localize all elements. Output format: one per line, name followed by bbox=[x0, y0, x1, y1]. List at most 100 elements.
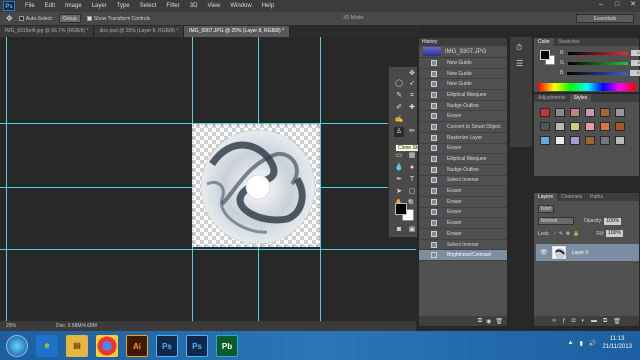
lock-icons[interactable]: ▫✎✥🔒 bbox=[554, 231, 582, 237]
style-swatch[interactable] bbox=[570, 136, 580, 145]
fg-color-chip[interactable] bbox=[540, 50, 550, 60]
tab-swatches[interactable]: Swatches bbox=[554, 38, 584, 46]
camera-icon[interactable]: ◉ bbox=[486, 318, 491, 325]
guide-vertical[interactable] bbox=[6, 37, 7, 321]
color-slider-r[interactable]: R0 bbox=[560, 50, 640, 56]
history-item[interactable]: Rasterize Layer bbox=[419, 133, 507, 144]
menu-edit[interactable]: Edit bbox=[45, 3, 55, 9]
tab-styles[interactable]: Styles bbox=[569, 94, 592, 102]
eyedropper-tool-icon[interactable]: ✐ bbox=[394, 103, 404, 113]
history-item[interactable]: Elliptical Marquee bbox=[419, 154, 507, 165]
channel-track[interactable] bbox=[567, 51, 628, 55]
style-swatch[interactable] bbox=[585, 108, 595, 117]
style-swatch[interactable] bbox=[615, 108, 625, 117]
history-item[interactable]: New Guide bbox=[419, 69, 507, 80]
properties-panel-icon[interactable]: ☰ bbox=[516, 59, 523, 68]
dodge-tool-icon[interactable]: ● bbox=[407, 163, 417, 173]
link-icon[interactable]: ∞ bbox=[552, 318, 556, 324]
style-swatch[interactable] bbox=[615, 122, 625, 131]
crop-tool-icon[interactable]: ⌗ bbox=[407, 91, 417, 101]
move-tool-icon[interactable]: ✥ bbox=[6, 14, 13, 23]
type-tool-icon[interactable]: T bbox=[407, 175, 417, 185]
menu-file[interactable]: File bbox=[25, 3, 35, 9]
tray-arrow-icon[interactable]: ▲ bbox=[568, 340, 574, 346]
menu-view[interactable]: View bbox=[207, 3, 220, 9]
new-layer-icon[interactable]: ⧉ bbox=[603, 318, 607, 325]
style-swatch[interactable] bbox=[585, 122, 595, 131]
quick-mask-icon[interactable]: ◙ bbox=[394, 225, 404, 235]
history-item[interactable]: Eraser bbox=[419, 111, 507, 123]
clone-stamp-tool-icon[interactable]: ♙ bbox=[394, 127, 404, 137]
tab-adjustments[interactable]: Adjustments bbox=[534, 94, 570, 102]
photoshop-icon[interactable]: Ps bbox=[186, 334, 208, 357]
history-item[interactable]: Convert to Smart Object bbox=[419, 122, 507, 133]
history-item[interactable]: Nudge Outline bbox=[419, 101, 507, 112]
channel-value[interactable]: 0 bbox=[630, 50, 640, 56]
menu-layer[interactable]: Layer bbox=[92, 3, 107, 9]
shape-tool-icon[interactable]: ▢ bbox=[407, 187, 417, 197]
channel-value[interactable]: 0 bbox=[630, 70, 640, 76]
zoom-level[interactable]: 25% bbox=[6, 321, 16, 331]
history-item[interactable]: Eraser bbox=[419, 197, 507, 208]
ie-icon[interactable]: e bbox=[36, 334, 58, 357]
lasso-tool-icon[interactable]: ➶ bbox=[407, 79, 417, 89]
gradient-tool-icon[interactable]: ▦ bbox=[407, 151, 417, 161]
marquee-tool-icon[interactable]: ◯ bbox=[394, 79, 404, 89]
guide-horizontal[interactable] bbox=[0, 249, 416, 250]
history-item[interactable]: Select Inverse bbox=[419, 176, 507, 187]
fill-field[interactable]: 100% bbox=[606, 230, 623, 237]
guide-vertical[interactable] bbox=[320, 37, 321, 321]
style-swatch[interactable] bbox=[540, 136, 550, 145]
publisher-icon[interactable]: Pb bbox=[216, 334, 238, 357]
photoshop-icon[interactable]: Ps bbox=[156, 334, 178, 357]
layer-filter-dropdown[interactable]: Kind bbox=[538, 205, 555, 213]
history-panel-icon[interactable]: ⏱ bbox=[516, 43, 522, 53]
folder-icon[interactable]: ▤ bbox=[66, 334, 88, 357]
network-icon[interactable]: ▮ bbox=[580, 340, 583, 347]
minimize-button[interactable]: – bbox=[596, 1, 606, 9]
menu-help[interactable]: Help bbox=[262, 3, 274, 9]
history-item[interactable]: Elliptical Marquee bbox=[419, 90, 507, 101]
doc-size[interactable]: Doc: 3.68M/4.69M bbox=[56, 321, 97, 331]
tab-disc-psd[interactable]: disc.psd @ 25% (Layer 8, RGB/8) * bbox=[94, 26, 185, 37]
adjustment-icon[interactable]: ◐ bbox=[581, 318, 585, 324]
trash-icon[interactable]: 🗑 bbox=[613, 318, 621, 325]
style-swatch[interactable] bbox=[600, 122, 610, 131]
start-button[interactable] bbox=[6, 334, 28, 357]
style-swatch[interactable] bbox=[555, 136, 565, 145]
history-snapshot[interactable]: IMG_9307.JPG bbox=[419, 46, 507, 58]
new-document-icon[interactable]: ⧉ bbox=[478, 318, 482, 325]
color-slider-b[interactable]: B0 bbox=[560, 70, 640, 76]
history-item[interactable]: New Guide bbox=[419, 58, 507, 69]
screen-mode-icon[interactable]: ▣ bbox=[407, 225, 417, 235]
style-swatch[interactable] bbox=[615, 136, 625, 145]
history-item[interactable]: Nudge Outline bbox=[419, 165, 507, 176]
menu-image[interactable]: Image bbox=[65, 3, 82, 9]
menu-window[interactable]: Window bbox=[230, 3, 251, 9]
style-swatch[interactable] bbox=[600, 136, 610, 145]
history-item[interactable]: Eraser bbox=[419, 144, 507, 155]
folder-icon[interactable]: ▬ bbox=[591, 318, 597, 324]
history-brush-tool-icon[interactable]: ✏ bbox=[407, 127, 417, 137]
layer-row[interactable]: 👁 Layer 0 bbox=[536, 244, 639, 261]
style-swatch[interactable] bbox=[555, 108, 565, 117]
chrome-icon[interactable] bbox=[96, 334, 118, 357]
opacity-field[interactable]: 100% bbox=[604, 217, 622, 225]
mask-icon[interactable]: ◘ bbox=[572, 318, 576, 324]
clock[interactable]: 11:13 21/11/2013 bbox=[602, 335, 632, 351]
maximize-button[interactable]: □ bbox=[612, 1, 622, 9]
fx-icon[interactable]: ƒ bbox=[562, 318, 565, 324]
eraser-tool-icon[interactable]: ▭ bbox=[394, 151, 404, 161]
tab-paths[interactable]: Paths bbox=[586, 193, 607, 201]
menu-filter[interactable]: Filter bbox=[166, 3, 179, 9]
auto-select-checkbox[interactable]: Auto-Select: bbox=[18, 16, 53, 22]
style-swatch[interactable] bbox=[600, 108, 610, 117]
channel-value[interactable]: 0 bbox=[630, 60, 640, 66]
move-tool-icon[interactable]: ✥ bbox=[407, 69, 417, 79]
history-title[interactable]: History bbox=[419, 38, 507, 46]
channel-track[interactable] bbox=[567, 71, 628, 75]
path-select-tool-icon[interactable]: ➤ bbox=[394, 187, 404, 197]
menu-type[interactable]: Type bbox=[117, 3, 130, 9]
channel-track[interactable] bbox=[567, 61, 628, 65]
style-swatch[interactable] bbox=[540, 108, 550, 117]
